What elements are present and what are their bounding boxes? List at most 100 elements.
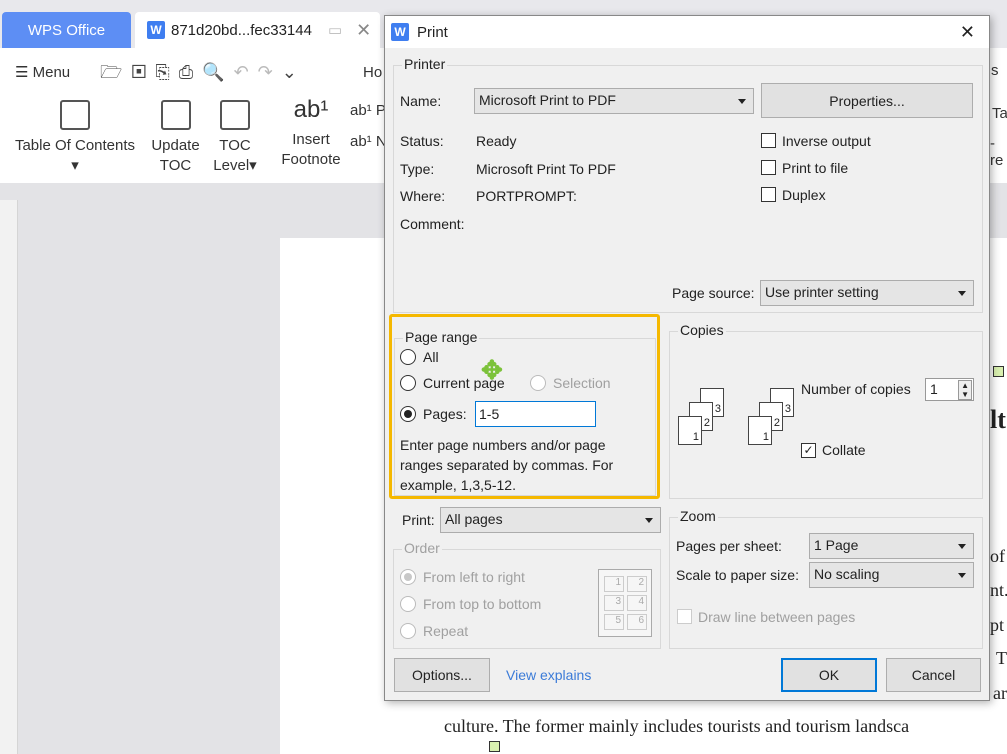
monitor-icon[interactable]: ▭ (328, 21, 342, 39)
collate-checkbox[interactable]: ✓ (801, 443, 816, 458)
all-radio[interactable] (400, 349, 416, 365)
copies-spinner[interactable]: 1 ▲ ▼ (925, 378, 974, 401)
ribbon-fragment: s (991, 62, 999, 79)
status-label: Status: (400, 133, 444, 149)
wps-icon: W (391, 23, 409, 41)
printer-name-select[interactable]: Microsoft Print to PDF (474, 88, 754, 114)
pages-per-sheet-label: Pages per sheet: (676, 538, 782, 554)
ok-button[interactable]: OK (781, 658, 877, 692)
next-footnote-button[interactable]: ab¹ N (350, 133, 387, 150)
chevron-down-icon (958, 573, 966, 578)
print-preview-icon[interactable]: 🔍 (202, 62, 233, 82)
radio-label[interactable]: Selection (553, 375, 611, 391)
uncollated-pages-icon: 321 (678, 388, 738, 448)
tab-home[interactable]: Ho (363, 64, 382, 81)
horizontal-ruler (280, 185, 380, 199)
copies-label: Number of copies (801, 381, 911, 397)
doc-text: pt (990, 615, 1005, 635)
duplex-checkbox[interactable] (761, 187, 776, 202)
page-range-hint: Enter page numbers and/or page ranges se… (400, 437, 614, 493)
current-page-radio[interactable] (400, 375, 416, 391)
scale-label: Scale to paper size: (676, 567, 799, 583)
spin-arrows-icon[interactable]: ▲ ▼ (958, 380, 972, 400)
group-legend: Zoom (678, 508, 718, 524)
undo-icon[interactable]: ↶ (234, 62, 258, 82)
order-cell: 2 (627, 576, 647, 592)
type-label: Type: (400, 161, 435, 177)
endnote-button[interactable]: ab¹ P (350, 102, 386, 119)
draw-lines-checkbox[interactable] (677, 609, 692, 624)
doc-text: lt (990, 405, 1006, 434)
checkbox-label[interactable]: Duplex (782, 187, 826, 203)
toc-level-icon (220, 100, 250, 130)
wps-writer-icon: W (147, 21, 165, 39)
group-legend: Order (402, 540, 442, 556)
cancel-button[interactable]: Cancel (886, 658, 981, 692)
label: Footnote (281, 151, 341, 168)
properties-button[interactable]: Properties... (761, 83, 973, 118)
table-of-contents-button[interactable]: Table Of Contents ▾ (10, 100, 140, 176)
input-value: 1-5 (479, 406, 500, 422)
view-explains-link[interactable]: View explains (506, 667, 591, 683)
anchor-marker (993, 366, 1004, 377)
tab-label: WPS Office (27, 21, 106, 39)
label: TOC (159, 157, 192, 174)
insert-footnote-button[interactable]: ab¹ Insert Footnote (278, 98, 344, 170)
inverse-output-checkbox[interactable] (761, 133, 776, 148)
tab-wps-office[interactable]: WPS Office (2, 12, 131, 48)
comment-label: Comment: (400, 216, 465, 232)
save-icon[interactable]: ▣ (131, 62, 155, 82)
print-select[interactable]: All pages (440, 507, 661, 533)
ribbon-fragment: Ta (992, 105, 1007, 122)
print-icon[interactable]: ⎙ (179, 62, 202, 82)
checkbox-label[interactable]: Inverse output (782, 133, 871, 149)
select-value: All pages (445, 511, 503, 527)
label: OK (818, 667, 840, 683)
checkbox-label[interactable]: Print to file (782, 160, 848, 176)
repeat-radio[interactable] (400, 623, 416, 639)
pages-radio[interactable] (400, 406, 416, 422)
type-value: Microsoft Print To PDF (476, 161, 616, 177)
selection-radio[interactable] (530, 375, 546, 391)
pages-input[interactable]: 1-5 (475, 401, 596, 427)
doc-text: T (996, 648, 1007, 668)
close-icon[interactable]: ✕ (960, 22, 975, 43)
update-toc-button[interactable]: Update TOC (148, 100, 203, 176)
page-source-label: Page source: (672, 285, 755, 301)
left-to-right-radio[interactable] (400, 569, 416, 585)
radio-label[interactable]: Repeat (423, 623, 468, 639)
pages-per-sheet-select[interactable]: 1 Page (809, 533, 974, 559)
page-source-select[interactable]: Use printer setting (760, 280, 974, 306)
menu-button[interactable]: ☰ Menu (15, 63, 70, 81)
close-tab-icon[interactable]: ✕ (356, 20, 371, 41)
scale-select[interactable]: No scaling (809, 562, 974, 588)
radio-label[interactable]: All (423, 349, 439, 365)
doc-text: culture. The former mainly includes tour… (444, 716, 910, 736)
radio-label[interactable]: From left to right (423, 569, 525, 585)
print-to-file-checkbox[interactable] (761, 160, 776, 175)
toc-level-button[interactable]: TOC Level▾ (210, 100, 260, 176)
tab-document[interactable]: W 871d20bd...fec33144 ▭ ✕ (135, 12, 380, 48)
checkbox-label[interactable]: Draw line between pages (698, 609, 855, 625)
radio-label[interactable]: From top to bottom (423, 596, 541, 612)
pages-label: Pages: (423, 406, 467, 422)
open-icon[interactable]: 🗁 (100, 62, 131, 82)
checkbox-label[interactable]: Collate (822, 442, 866, 458)
label: Update (151, 137, 200, 154)
quick-access-icons: 🗁▣⎘⎙🔍↶↷⌄ (100, 60, 306, 90)
where-value: PORTPROMPT: (476, 188, 577, 204)
collated-pages-icon: 321 (748, 388, 808, 448)
options-button[interactable]: Options... (394, 658, 490, 692)
vertical-ruler (0, 200, 18, 754)
ribbon-fragment: -re (990, 135, 1004, 169)
select-value: Microsoft Print to PDF (479, 92, 616, 108)
top-to-bottom-radio[interactable] (400, 596, 416, 612)
redo-icon[interactable]: ↷ (258, 62, 282, 82)
more-icon[interactable]: ⌄ (282, 62, 306, 82)
dialog-title-bar: W Print ✕ (385, 16, 989, 48)
label: Options... (412, 667, 472, 683)
where-label: Where: (400, 188, 446, 204)
label: Table Of Contents (14, 137, 136, 154)
move-cursor-icon: ✥ (481, 355, 503, 385)
export-icon[interactable]: ⎘ (155, 62, 178, 82)
